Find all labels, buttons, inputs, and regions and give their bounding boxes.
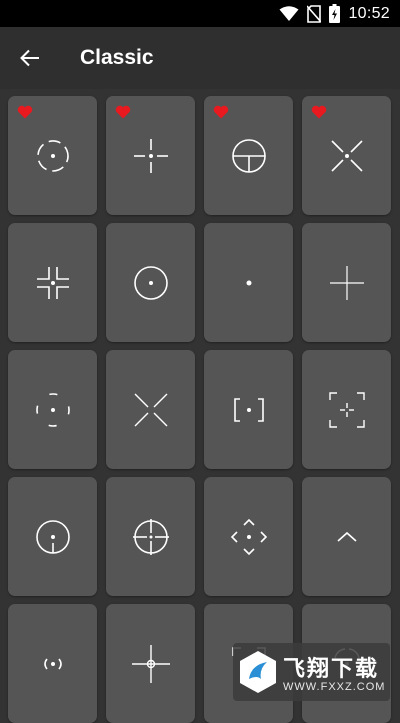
crosshair-diamond-chevrons-dot-icon: [230, 518, 267, 555]
favorite-heart-icon: [115, 105, 131, 119]
crosshair-scope-circle-cross-icon: [132, 518, 169, 555]
crosshair-tile[interactable]: [106, 477, 195, 596]
crosshair-tile[interactable]: [302, 477, 391, 596]
crosshair-x-cross-dot-icon: [330, 139, 363, 172]
favorite-heart-icon: [17, 105, 33, 119]
crosshair-tile[interactable]: [8, 350, 97, 469]
favorite-heart-icon: [213, 105, 229, 119]
crosshair-tile[interactable]: [204, 477, 293, 596]
watermark-logo-icon: [240, 651, 276, 693]
wifi-icon: [279, 5, 299, 21]
crosshair-tile[interactable]: [106, 96, 195, 215]
crosshair-grid: [8, 96, 392, 723]
crosshair-tile[interactable]: [302, 223, 391, 342]
crosshair-tile[interactable]: [302, 350, 391, 469]
crosshair-chevron-up-icon: [336, 531, 357, 542]
crosshair-tile[interactable]: [8, 96, 97, 215]
watermark: 飞翔下载 WWW.FXXZ.COM: [233, 643, 390, 701]
crosshair-circle-dot-tick-icon: [35, 519, 70, 554]
crosshair-corner-brackets-dot-icon: [36, 266, 69, 299]
favorite-heart-icon: [311, 105, 327, 119]
battery-charging-icon: [329, 4, 341, 23]
crosshair-tile[interactable]: [204, 350, 293, 469]
crosshair-tile[interactable]: [8, 477, 97, 596]
crosshair-tile[interactable]: [8, 604, 97, 723]
crosshair-circle-half-cross-icon: [231, 138, 266, 173]
crosshair-tile[interactable]: [204, 96, 293, 215]
crosshair-dot-icon: [246, 280, 251, 285]
status-bar: 10:52: [0, 0, 400, 27]
app-bar: Classic: [0, 27, 400, 89]
status-icons: 10:52: [279, 3, 390, 24]
crosshair-tile[interactable]: [106, 604, 195, 723]
crosshair-cross-small-circle-icon: [131, 644, 170, 683]
crosshair-corner-frame-cross-icon: [328, 391, 365, 428]
crosshair-circle-dashed-dot-icon: [36, 139, 69, 172]
back-button[interactable]: [14, 44, 46, 72]
crosshair-tile[interactable]: [106, 350, 195, 469]
crosshair-tile[interactable]: [204, 223, 293, 342]
crosshair-parentheses-dot-icon: [43, 658, 62, 669]
crosshair-square-brackets-dot-icon: [233, 397, 264, 422]
crosshair-thin-cross-icon: [329, 265, 364, 300]
crosshair-circle-dot-icon: [133, 265, 168, 300]
crosshair-tile[interactable]: [8, 223, 97, 342]
status-time: 10:52: [348, 4, 390, 22]
no-sim-icon: [307, 4, 322, 23]
page-title: Classic: [80, 46, 154, 69]
watermark-text: 飞翔下载: [283, 656, 380, 681]
arrow-back-icon: [20, 49, 39, 67]
crosshair-cross-gap-dot-icon: [133, 138, 168, 173]
crosshair-tile[interactable]: [302, 96, 391, 215]
crosshair-arc-segments-dot-icon: [35, 392, 70, 427]
crosshair-x-gap-icon: [134, 393, 167, 426]
watermark-url: WWW.FXXZ.COM: [283, 681, 386, 693]
crosshair-tile[interactable]: [106, 223, 195, 342]
